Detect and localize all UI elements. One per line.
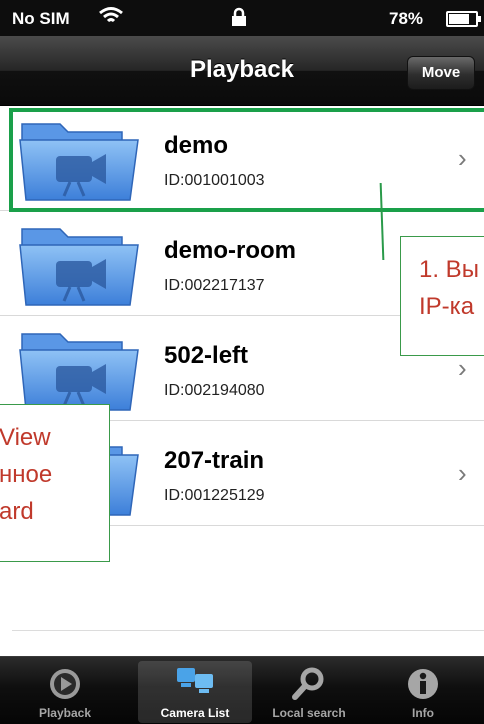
- tab-bar: Playback Camera List Local search Info: [0, 656, 484, 724]
- tab-label: Info: [412, 706, 434, 720]
- callout-text: ard: [0, 498, 34, 525]
- callout-left: View нное ard: [0, 404, 110, 562]
- callout-text: View: [0, 424, 51, 451]
- move-button[interactable]: Move: [407, 56, 475, 90]
- callout-right: 1. Вы IP-ка: [400, 236, 484, 356]
- status-bar: No SIM 78%: [0, 0, 484, 36]
- camera-name: 502-left: [164, 342, 249, 369]
- wifi-icon: [99, 7, 123, 23]
- camera-id: ID:001225129: [164, 487, 265, 504]
- camera-name: demo-room: [164, 237, 296, 264]
- info-icon: [408, 669, 438, 699]
- chevron-right-icon: ›: [458, 458, 467, 488]
- tab-info[interactable]: Info: [366, 661, 480, 723]
- camera-id: ID:002194080: [164, 382, 265, 399]
- camera-folder-icon: [19, 333, 139, 411]
- tab-label: Playback: [38, 706, 92, 720]
- tab-label: Local search: [272, 706, 346, 720]
- playback-icon: [50, 669, 80, 699]
- battery-icon: [446, 11, 481, 27]
- navigation-bar: Playback Move: [0, 36, 484, 106]
- tab-local-search[interactable]: Local search: [252, 661, 366, 723]
- callout-text: IP-ка: [419, 293, 475, 320]
- camera-name: 207-train: [164, 447, 265, 474]
- camera-id: ID:002217137: [164, 277, 265, 294]
- empty-row-divider: [12, 630, 484, 631]
- callout-text: 1. Вы: [419, 256, 479, 283]
- camera-folder-icon: [19, 228, 139, 306]
- tab-playback[interactable]: Playback: [8, 661, 122, 723]
- lock-icon: [232, 7, 246, 26]
- chevron-right-icon: ›: [458, 353, 467, 383]
- tab-camera-list[interactable]: Camera List: [138, 661, 252, 723]
- carrier-label: No SIM: [12, 9, 70, 28]
- callout-text: нное: [0, 461, 53, 488]
- battery-percent: 78%: [389, 9, 424, 28]
- camera-list-icon: [177, 668, 213, 693]
- tab-label: Camera List: [160, 706, 230, 720]
- search-icon: [292, 667, 324, 700]
- highlight-box: [9, 108, 484, 212]
